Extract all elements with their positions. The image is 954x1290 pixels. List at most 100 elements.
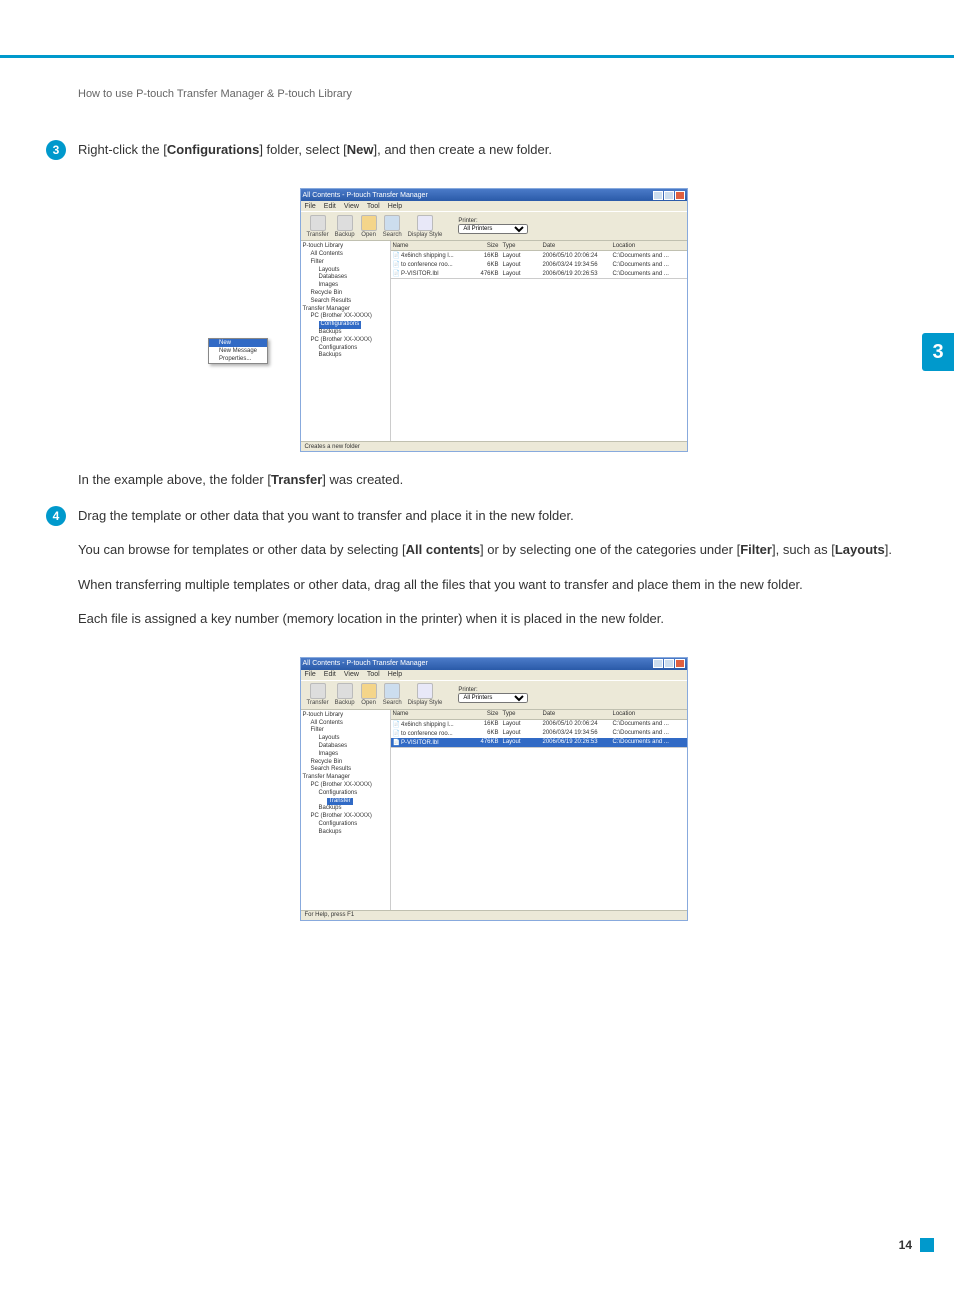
close-icon[interactable] (675, 659, 685, 668)
context-new-message[interactable]: New Message (209, 347, 267, 355)
printer-dropdown[interactable]: All Printers (458, 224, 528, 234)
tree-node[interactable]: Databases (303, 274, 388, 282)
list-row-selected[interactable]: P-VISITOR.lbl476KBLayout2006/06/19 20:26… (391, 738, 687, 747)
tree-node[interactable]: Backups (303, 352, 388, 360)
menu-file[interactable]: File (305, 203, 316, 210)
page-accent-icon (920, 1238, 934, 1252)
col-size[interactable]: Size (471, 711, 501, 717)
minimize-icon[interactable] (653, 659, 663, 668)
toolbar-backup[interactable]: Backup (335, 215, 355, 238)
status-bar: For Help, press F1 (301, 910, 687, 920)
search-icon (384, 215, 400, 231)
menu-help[interactable]: Help (388, 671, 402, 678)
list-view: Name Size Type Date Location 4x6inch shi… (391, 710, 687, 910)
tree-node[interactable]: Images (303, 751, 388, 759)
tree-node[interactable]: Transfer Manager (303, 774, 388, 782)
maximize-icon[interactable] (664, 659, 674, 668)
list-row[interactable]: 4x6inch shipping l...16KBLayout2006/05/1… (391, 251, 687, 260)
toolbar-display[interactable]: Display Style (408, 215, 443, 238)
window-body: P-touch Library All Contents Filter Layo… (301, 241, 687, 441)
open-icon (361, 215, 377, 231)
tree-node[interactable]: Search Results (303, 298, 388, 306)
tree-node[interactable]: PC (Brother XX-XXXX) (303, 313, 388, 321)
tree-node-transfer[interactable]: Transfer (303, 798, 388, 806)
display-icon (417, 215, 433, 231)
tree-node[interactable]: Recycle Bin (303, 759, 388, 767)
tree-node[interactable]: PC (Brother XX-XXXX) (303, 813, 388, 821)
step-number-3: 3 (46, 140, 66, 160)
preview-pane (391, 747, 687, 863)
toolbar: Transfer Backup Open Search Display Styl… (301, 680, 687, 710)
tree-node[interactable]: Transfer Manager (303, 306, 388, 314)
screenshot-1: All Contents - P-touch Transfer Manager … (300, 188, 688, 452)
window-title: All Contents - P-touch Transfer Manager (303, 660, 428, 667)
tree-node[interactable]: Databases (303, 743, 388, 751)
col-date[interactable]: Date (541, 711, 611, 717)
step-number-4: 4 (46, 506, 66, 526)
maximize-icon[interactable] (664, 191, 674, 200)
menu-view[interactable]: View (344, 671, 359, 678)
tree-node[interactable]: P-touch Library (303, 712, 388, 720)
screenshot-1-wrap: All Contents - P-touch Transfer Manager … (78, 188, 909, 452)
tree-node[interactable]: Layouts (303, 267, 388, 275)
tree-node[interactable]: Filter (303, 259, 388, 267)
tree-node-configurations[interactable]: Configurations (303, 321, 388, 329)
tree-node[interactable]: P-touch Library (303, 243, 388, 251)
minimize-icon[interactable] (653, 191, 663, 200)
close-icon[interactable] (675, 191, 685, 200)
tree-node[interactable]: All Contents (303, 251, 388, 259)
tree-node[interactable]: Recycle Bin (303, 290, 388, 298)
toolbar-backup[interactable]: Backup (335, 683, 355, 706)
list-row[interactable]: P-VISITOR.lbl476KBLayout2006/06/19 20:26… (391, 269, 687, 278)
col-type[interactable]: Type (501, 711, 541, 717)
tree-node[interactable]: Configurations (303, 790, 388, 798)
toolbar-transfer[interactable]: Transfer (307, 683, 329, 706)
tree-node[interactable]: Filter (303, 727, 388, 735)
col-size[interactable]: Size (471, 243, 501, 249)
tree-node[interactable]: Configurations (303, 345, 388, 353)
window-titlebar: All Contents - P-touch Transfer Manager (301, 189, 687, 201)
col-name[interactable]: Name (391, 243, 471, 249)
list-header: Name Size Type Date Location (391, 710, 687, 720)
menu-bar: File Edit View Tool Help (301, 201, 687, 211)
tree-node[interactable]: Backups (303, 329, 388, 337)
context-new[interactable]: New (209, 339, 267, 347)
tree-view[interactable]: P-touch Library All Contents Filter Layo… (301, 241, 391, 441)
toolbar-open[interactable]: Open (361, 215, 377, 238)
col-date[interactable]: Date (541, 243, 611, 249)
menu-view[interactable]: View (344, 203, 359, 210)
col-name[interactable]: Name (391, 711, 471, 717)
page-number: 14 (899, 1238, 912, 1252)
toolbar-search[interactable]: Search (383, 683, 402, 706)
tree-node[interactable]: PC (Brother XX-XXXX) (303, 782, 388, 790)
breadcrumb: How to use P-touch Transfer Manager & P-… (78, 88, 909, 100)
toolbar-display[interactable]: Display Style (408, 683, 443, 706)
tree-node[interactable]: Configurations (303, 821, 388, 829)
toolbar-search[interactable]: Search (383, 215, 402, 238)
menu-help[interactable]: Help (388, 203, 402, 210)
menu-edit[interactable]: Edit (324, 203, 336, 210)
tree-node[interactable]: Search Results (303, 766, 388, 774)
transfer-icon (310, 683, 326, 699)
list-row[interactable]: to conference roo...6KBLayout2006/03/24 … (391, 260, 687, 269)
tree-view[interactable]: P-touch Library All Contents Filter Layo… (301, 710, 391, 910)
col-location[interactable]: Location (611, 243, 687, 249)
list-row[interactable]: to conference roo...6KBLayout2006/03/24 … (391, 729, 687, 738)
printer-dropdown[interactable]: All Printers (458, 693, 528, 703)
col-type[interactable]: Type (501, 243, 541, 249)
col-location[interactable]: Location (611, 711, 687, 717)
menu-tool[interactable]: Tool (367, 203, 380, 210)
context-properties[interactable]: Properties... (209, 355, 267, 363)
menu-edit[interactable]: Edit (324, 671, 336, 678)
list-row[interactable]: 4x6inch shipping l...16KBLayout2006/05/1… (391, 720, 687, 729)
tree-node[interactable]: Backups (303, 805, 388, 813)
toolbar-open[interactable]: Open (361, 683, 377, 706)
tree-node[interactable]: All Contents (303, 720, 388, 728)
toolbar-transfer[interactable]: Transfer (307, 215, 329, 238)
tree-node[interactable]: PC (Brother XX-XXXX) (303, 337, 388, 345)
menu-file[interactable]: File (305, 671, 316, 678)
tree-node[interactable]: Images (303, 282, 388, 290)
tree-node[interactable]: Layouts (303, 735, 388, 743)
menu-tool[interactable]: Tool (367, 671, 380, 678)
tree-node[interactable]: Backups (303, 829, 388, 837)
